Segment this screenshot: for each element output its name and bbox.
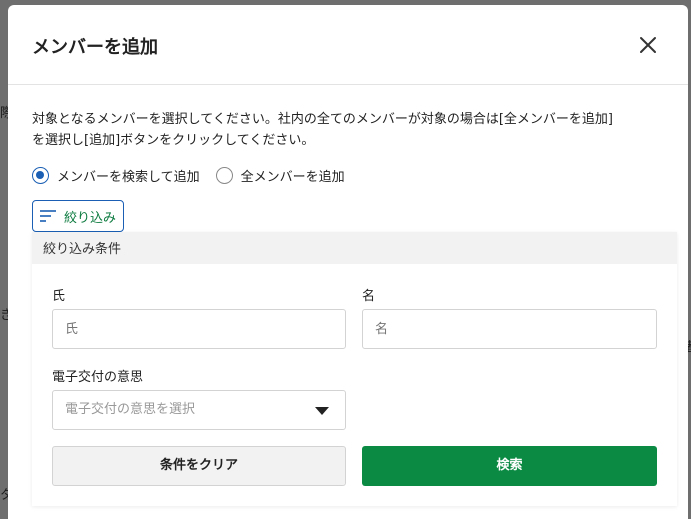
clear-conditions-button[interactable]: 条件をクリア xyxy=(52,446,346,486)
caret-down-icon xyxy=(315,407,329,415)
dialog-header: メンバーを追加 xyxy=(8,5,688,85)
radio-label: 全メンバーを追加 xyxy=(240,170,345,185)
select-placeholder: 電子交付の意思を選択 xyxy=(65,402,196,417)
add-member-dialog: メンバーを追加 対象となるメンバーを選択してください。社内の全てのメンバーが対象… xyxy=(8,5,688,519)
filter-toggle-button[interactable]: 絞り込み xyxy=(32,200,124,232)
electronic-delivery-intent-label: 電子交付の意思 xyxy=(52,370,144,385)
radio-search-members[interactable]: メンバーを検索して追加 xyxy=(32,166,200,185)
radio-label: メンバーを検索して追加 xyxy=(57,170,200,185)
last-name-input[interactable] xyxy=(52,309,346,349)
first-name-input[interactable] xyxy=(362,309,657,349)
filter-panel: 絞り込み条件 氏 名 電子交付の意思 電子交付の意思を選択 条件をクリア 検索 xyxy=(32,232,677,506)
radio-button-unchecked[interactable] xyxy=(215,167,233,184)
first-name-label: 名 xyxy=(362,289,376,304)
search-button[interactable]: 検索 xyxy=(362,446,657,486)
dialog-description: 対象となるメンバーを選択してください。社内の全てのメンバーが対象の場合は[全メン… xyxy=(32,109,664,151)
close-icon xyxy=(640,37,656,53)
description-line: 対象となるメンバーを選択してください。社内の全てのメンバーが対象の場合は[全メン… xyxy=(32,112,613,127)
filter-button-label: 絞り込み xyxy=(64,210,117,226)
radio-button-checked[interactable] xyxy=(32,167,49,184)
electronic-delivery-intent-select[interactable]: 電子交付の意思を選択 xyxy=(52,390,346,430)
filter-lines-icon xyxy=(40,210,56,222)
last-name-label: 氏 xyxy=(52,289,66,304)
dialog-body: 対象となるメンバーを選択してください。社内の全てのメンバーが対象の場合は[全メン… xyxy=(32,109,664,185)
member-mode-radio-group: メンバーを検索して追加 全メンバーを追加 xyxy=(32,166,664,185)
close-button[interactable] xyxy=(638,35,658,55)
dialog-title: メンバーを追加 xyxy=(32,37,158,58)
filter-panel-heading: 絞り込み条件 xyxy=(32,232,677,264)
description-line: を選択し[追加]ボタンをクリックしてください。 xyxy=(32,133,315,148)
radio-all-members[interactable]: 全メンバーを追加 xyxy=(215,166,345,185)
